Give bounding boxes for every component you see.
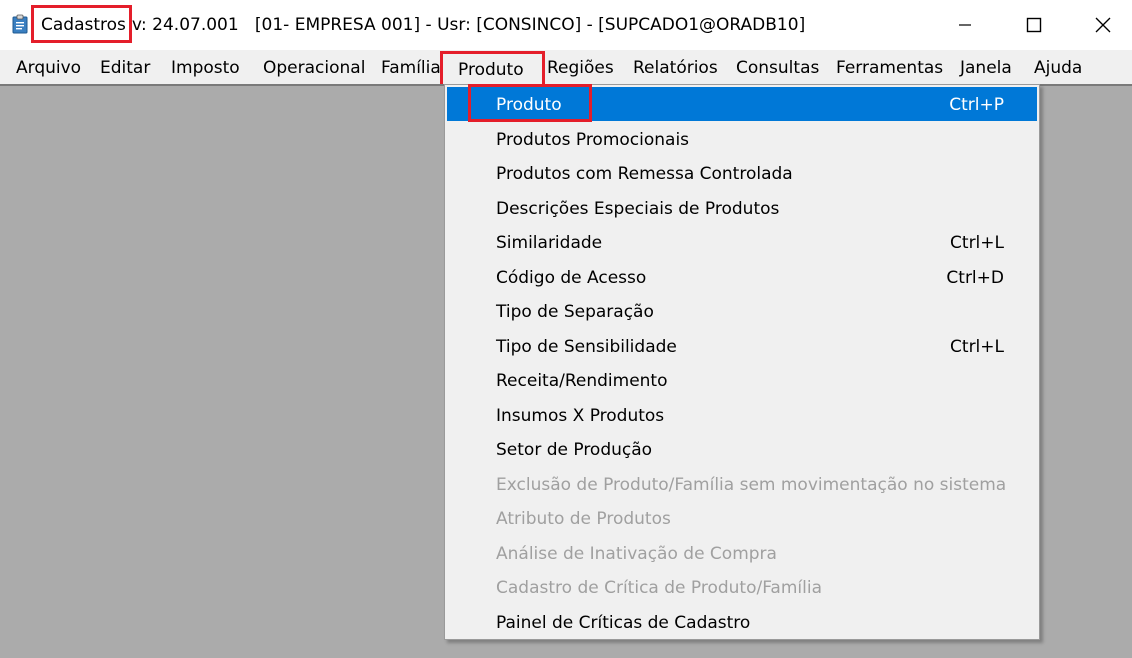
menuitem-tipo-separacao[interactable]: Tipo de Separação: [447, 294, 1037, 328]
menuitem-label: Produto: [496, 95, 562, 115]
menuitem-label: Cadastro de Crítica de Produto/Família: [496, 578, 822, 598]
menu-janela[interactable]: Janela: [960, 58, 1012, 78]
menuitem-shortcut: Ctrl+L: [950, 337, 1004, 357]
menu-regioes[interactable]: Regiões: [547, 58, 614, 78]
minimize-button[interactable]: [930, 0, 1000, 50]
window-title-details: v: 24.07.001 [01- EMPRESA 001] - Usr: [C…: [131, 15, 806, 35]
menuitem-label: Similaridade: [496, 233, 603, 253]
maximize-button[interactable]: [999, 0, 1069, 50]
app-name: Cadastros: [41, 15, 126, 35]
close-button[interactable]: [1068, 0, 1132, 50]
menuitem-cadastro-critica: Cadastro de Crítica de Produto/Família: [447, 570, 1037, 604]
menuitem-label: Tipo de Sensibilidade: [496, 337, 677, 357]
menuitem-label: Descrições Especiais de Produtos: [496, 199, 780, 219]
clipboard-icon: [12, 14, 28, 34]
menu-produto[interactable]: Produto: [458, 60, 524, 80]
menuitem-setor-producao[interactable]: Setor de Produção: [447, 432, 1037, 466]
menuitem-label: Painel de Críticas de Cadastro: [496, 613, 751, 633]
menuitem-label: Receita/Rendimento: [496, 371, 668, 391]
menuitem-tipo-sensibilidade[interactable]: Tipo de Sensibilidade Ctrl+L: [447, 329, 1037, 363]
maximize-icon: [1026, 17, 1042, 33]
title-bar: Cadastros v: 24.07.001 [01- EMPRESA 001] …: [0, 0, 1132, 50]
menuitem-codigo-acesso[interactable]: Código de Acesso Ctrl+D: [447, 260, 1037, 294]
menu-bar: Arquivo Editar Imposto Operacional Famíl…: [0, 50, 1132, 84]
menu-editar[interactable]: Editar: [100, 58, 150, 78]
menuitem-produtos-remessa-controlada[interactable]: Produtos com Remessa Controlada: [447, 156, 1037, 190]
menu-ajuda[interactable]: Ajuda: [1034, 58, 1082, 78]
menuitem-insumos-produtos[interactable]: Insumos X Produtos: [447, 398, 1037, 432]
menuitem-painel-criticas[interactable]: Painel de Críticas de Cadastro: [447, 605, 1037, 639]
menu-familia[interactable]: Família: [381, 58, 441, 78]
menuitem-shortcut: Ctrl+D: [946, 268, 1004, 288]
menuitem-label: Produtos Promocionais: [496, 130, 690, 150]
menuitem-shortcut: Ctrl+L: [950, 233, 1004, 253]
menuitem-analise-inativacao: Análise de Inativação de Compra: [447, 536, 1037, 570]
menuitem-label: Tipo de Separação: [496, 302, 654, 322]
menuitem-descricoes-especiais[interactable]: Descrições Especiais de Produtos: [447, 191, 1037, 225]
menuitem-label: Código de Acesso: [496, 268, 647, 288]
menuitem-similaridade[interactable]: Similaridade Ctrl+L: [447, 225, 1037, 259]
menuitem-label: Setor de Produção: [496, 440, 653, 460]
menuitem-label: Produtos com Remessa Controlada: [496, 164, 793, 184]
produto-dropdown-menu: Produto Ctrl+P Produtos Promocionais Pro…: [444, 84, 1040, 640]
menuitem-shortcut: Ctrl+P: [949, 95, 1004, 115]
menuitem-label: Exclusão de Produto/Família sem moviment…: [496, 475, 1007, 495]
menuitem-label: Atributo de Produtos: [496, 509, 671, 529]
close-icon: [1095, 17, 1111, 33]
menu-relatorios[interactable]: Relatórios: [633, 58, 718, 78]
menuitem-atributo-produtos: Atributo de Produtos: [447, 501, 1037, 535]
window-title: Cadastros v: 24.07.001 [01- EMPRESA 001] …: [41, 15, 805, 35]
menu-arquivo[interactable]: Arquivo: [16, 58, 81, 78]
menu-imposto[interactable]: Imposto: [171, 58, 240, 78]
menuitem-receita-rendimento[interactable]: Receita/Rendimento: [447, 363, 1037, 397]
menuitem-label: Insumos X Produtos: [496, 406, 665, 426]
menuitem-label: Análise de Inativação de Compra: [496, 544, 777, 564]
minimize-icon: [959, 24, 971, 26]
menu-ferramentas[interactable]: Ferramentas: [836, 58, 943, 78]
menuitem-produto[interactable]: Produto Ctrl+P: [447, 87, 1037, 121]
menuitem-produtos-promocionais[interactable]: Produtos Promocionais: [447, 122, 1037, 156]
menuitem-exclusao-produto-familia: Exclusão de Produto/Família sem moviment…: [447, 467, 1037, 501]
menu-consultas[interactable]: Consultas: [736, 58, 819, 78]
menu-operacional[interactable]: Operacional: [263, 58, 365, 78]
